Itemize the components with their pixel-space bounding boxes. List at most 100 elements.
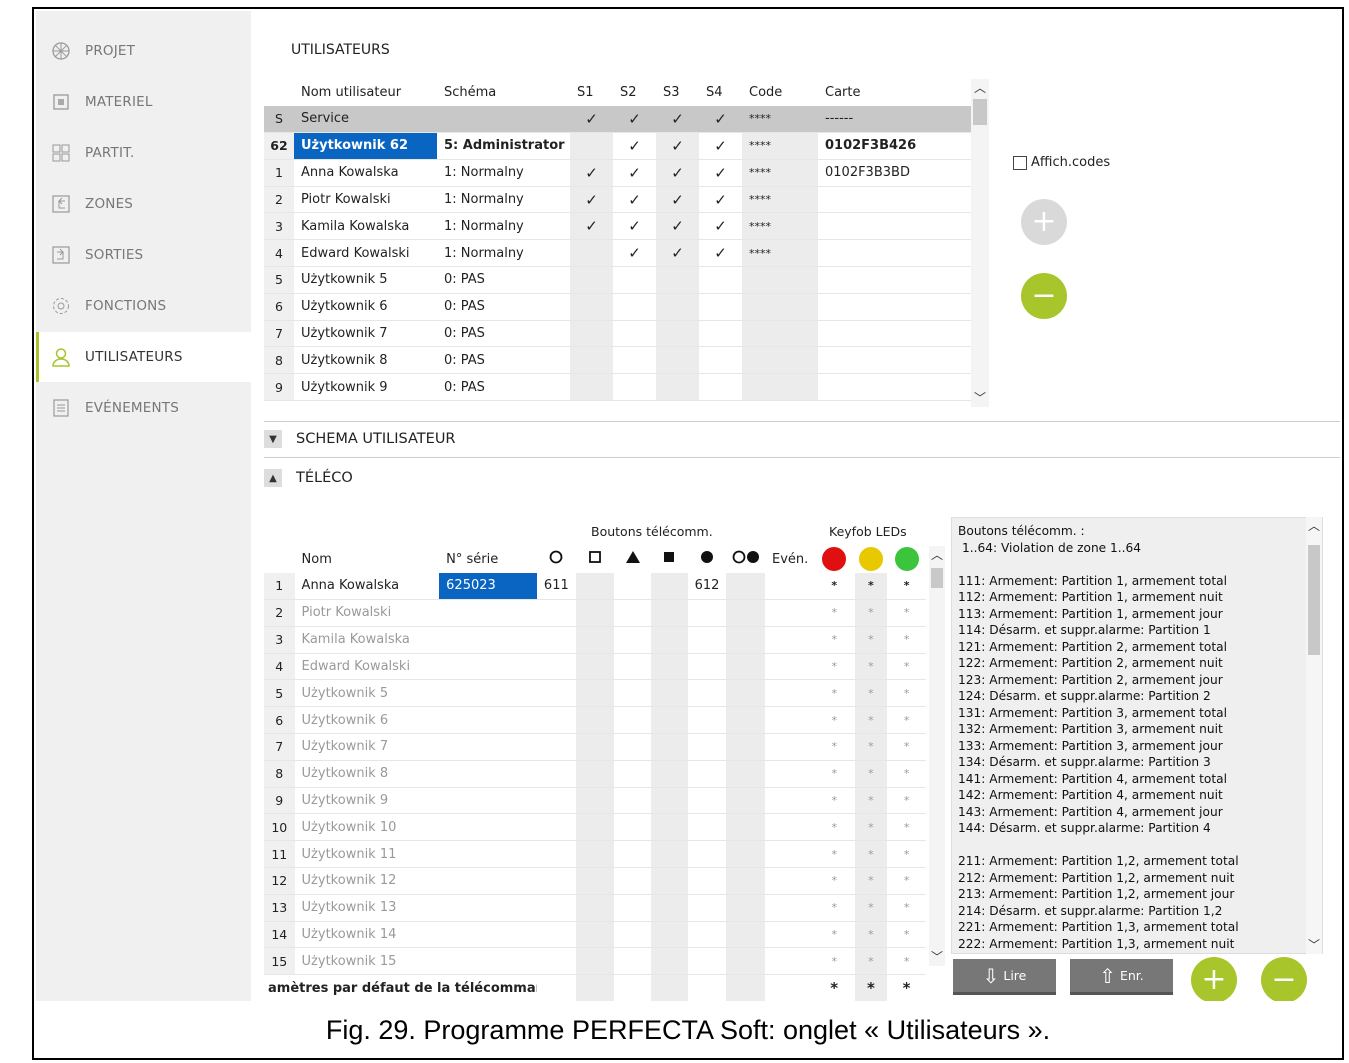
cell-s1[interactable]: ✓ [570,105,613,134]
led-cell[interactable]: * [854,787,888,815]
cell-events[interactable] [764,894,814,922]
cell-button-2[interactable] [575,813,615,842]
show-codes-option[interactable]: Affich.codes [1013,155,1110,170]
cell-code[interactable]: **** [742,132,818,160]
table-row[interactable]: 6 Użytkownik 6 0: PAS [264,293,971,321]
led-cell[interactable]: * [813,974,855,1001]
cell-button-6[interactable] [726,760,765,788]
cell-name[interactable]: Kamila Kowalska [294,626,440,654]
cell-events[interactable] [764,813,814,842]
cell-button-6[interactable] [726,679,765,708]
cell-serial[interactable] [439,787,537,815]
led-cell[interactable]: * [854,679,888,708]
led-cell[interactable]: * [813,653,855,681]
cell-num[interactable]: 2 [264,599,295,627]
cell-num[interactable]: 10 [264,813,295,842]
cell-button-1[interactable] [536,947,576,976]
cell-button-6[interactable] [726,653,765,681]
cell-button-4[interactable] [650,653,688,681]
cell-button-1[interactable] [536,760,576,788]
cell-num[interactable]: 9 [264,787,295,815]
led-cell[interactable]: * [887,813,926,842]
cell-button-6[interactable] [726,840,765,869]
led-cell[interactable]: * [887,840,926,869]
cell-num[interactable]: 12 [264,867,295,895]
table-row[interactable]: 8 Użytkownik 8 0: PAS [264,346,971,375]
cell-code[interactable] [742,373,818,402]
button-help-panel[interactable]: Boutons télécomm. : 1..64: Violation de … [951,517,1323,954]
cell-num[interactable]: 8 [264,346,294,375]
cell-card[interactable] [818,212,971,241]
cell-s2[interactable] [613,373,656,402]
cell-name[interactable]: Użytkownik 9 [294,787,440,815]
led-cell[interactable]: * [813,787,855,815]
led-cell[interactable]: * [854,626,888,654]
cell-button-6[interactable] [726,894,765,922]
led-cell[interactable]: * [887,894,926,922]
cell-code[interactable]: **** [742,212,818,241]
users-scrollbar[interactable]: ︿ ﹀ [971,79,989,407]
led-cell[interactable]: * [854,760,888,788]
led-cell[interactable]: * [887,679,926,708]
cell-button-3[interactable] [614,599,651,627]
scrollbar-thumb[interactable] [931,568,943,588]
cell-events[interactable] [764,787,814,815]
column-header[interactable]: Nom [295,546,440,573]
table-row[interactable]: 9 Użytkownik 9 0: PAS [264,373,971,402]
cell-s2[interactable]: ✓ [613,105,656,134]
cell-serial[interactable] [439,653,537,681]
cell-button-1[interactable] [536,653,576,681]
cell-num[interactable]: 4 [264,239,294,268]
cell-s1[interactable] [570,132,613,160]
sidebar-item-partit[interactable]: PARTIT. [36,128,251,178]
cell-button-4[interactable] [650,599,688,627]
cell-name[interactable]: Użytkownik 8 [294,346,437,375]
sidebar-item-evenements[interactable]: EVÉNEMENTS [36,383,251,433]
cell-button-3[interactable] [614,921,651,949]
cell-card[interactable] [818,293,971,321]
cell-button-6[interactable] [726,947,765,976]
sidebar-item-utilisateurs[interactable]: UTILISATEURS [36,332,251,382]
cell-name[interactable]: Piotr Kowalski [294,186,437,214]
cell-button-4[interactable] [650,787,688,815]
cell-button-4[interactable] [650,733,688,761]
cell-button-3[interactable] [614,894,651,922]
sidebar-item-projet[interactable]: PROJET [36,26,251,76]
cell-button-2[interactable] [575,626,615,654]
cell-button-6[interactable] [726,867,765,895]
cell-button-5[interactable] [687,679,727,708]
cell-button-5[interactable] [687,894,727,922]
cell-code[interactable]: **** [742,105,818,134]
scroll-up-icon[interactable]: ︿ [1306,517,1322,535]
table-row[interactable]: 1 Anna Kowalska 625023 611 612 * * * [264,572,926,601]
cell-name[interactable]: Użytkownik 62 [294,132,437,160]
cell-s4[interactable] [699,373,742,402]
cell-button-5[interactable] [687,787,727,815]
cell-s1[interactable] [570,320,613,348]
cell-button-1[interactable]: 611 [536,572,576,601]
cell-card[interactable] [818,266,971,294]
cell-name[interactable]: Kamila Kowalska [294,212,437,241]
cell-events[interactable] [764,599,814,627]
cell-schema[interactable]: 5: Administrator [437,132,570,160]
cell-button-2[interactable] [575,679,615,708]
cell-button-4[interactable] [650,947,688,976]
cell-button-5[interactable] [687,840,727,869]
cell-card[interactable]: 0102F3B3BD [818,159,971,187]
cell-serial[interactable] [439,679,537,708]
cell-button-6[interactable] [726,733,765,761]
table-row[interactable]: 7 Użytkownik 7 0: PAS [264,320,971,348]
led-cell[interactable]: * [854,653,888,681]
cell-button-6[interactable] [726,921,765,949]
cell-button-4[interactable] [650,626,688,654]
cell-events[interactable] [764,733,814,761]
table-row[interactable]: 7 Użytkownik 7 * * * [264,733,926,761]
cell-button-5[interactable] [687,947,727,976]
cell-button-4[interactable] [650,813,688,842]
scrollbar-thumb[interactable] [973,99,987,125]
cell-name[interactable]: Użytkownik 6 [294,293,437,321]
cell-s3[interactable] [656,373,699,402]
led-cell[interactable]: * [887,947,926,976]
cell-events[interactable] [764,572,814,601]
column-header[interactable]: S4 [699,79,742,106]
